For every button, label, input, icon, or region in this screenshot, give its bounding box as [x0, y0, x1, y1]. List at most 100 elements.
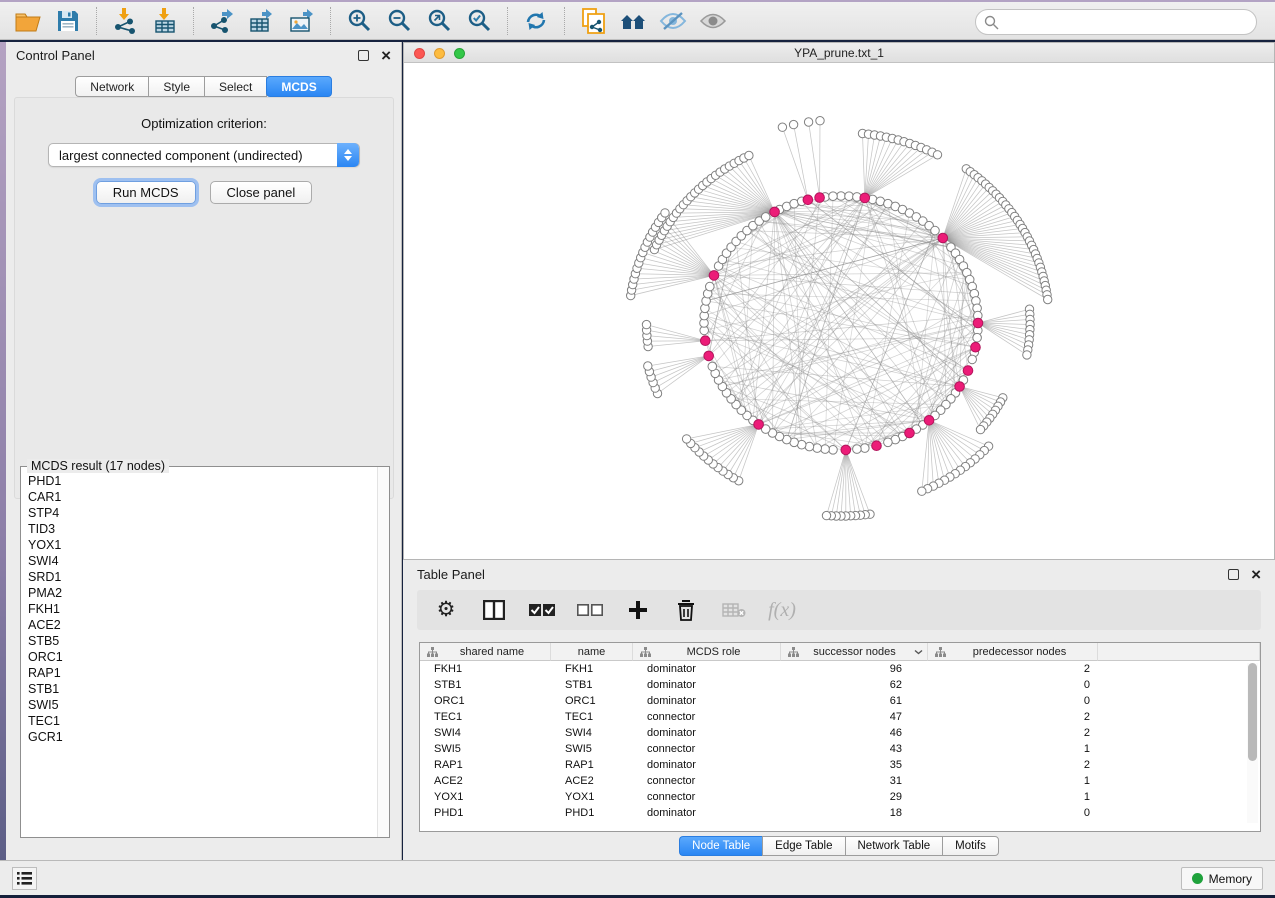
export-image-icon[interactable] [282, 4, 322, 38]
mcds-result-item[interactable]: STB1 [22, 681, 376, 697]
graph-node[interactable] [976, 425, 984, 433]
close-panel-icon[interactable]: × [381, 50, 391, 61]
graph-node[interactable] [1023, 351, 1031, 359]
mcds-result-item[interactable]: SRD1 [22, 569, 376, 585]
table-row[interactable]: STB1STB1dominator620 [420, 677, 1260, 693]
graph-node-mcds[interactable] [971, 342, 981, 352]
mcds-result-item[interactable]: TEC1 [22, 713, 376, 729]
graph-node[interactable] [822, 511, 830, 519]
tab-mcds[interactable]: MCDS [266, 76, 331, 97]
graph-node[interactable] [706, 282, 715, 291]
column-header-shared-name[interactable]: shared name [420, 643, 551, 661]
graph-node[interactable] [829, 192, 838, 201]
show-all-icon[interactable] [693, 4, 733, 38]
delete-column-icon[interactable] [673, 597, 699, 623]
graph-node[interactable] [682, 435, 690, 443]
table-row[interactable]: TEC1TEC1connector472 [420, 709, 1260, 725]
mcds-result-item[interactable]: PMA2 [22, 585, 376, 601]
table-scrollbar-thumb[interactable] [1248, 663, 1257, 761]
graph-node[interactable] [845, 192, 854, 201]
graph-node[interactable] [708, 362, 717, 371]
delete-table-icon[interactable] [721, 597, 747, 623]
tab-motifs[interactable]: Motifs [942, 836, 999, 856]
column-header-MCDS-role[interactable]: MCDS role [633, 643, 781, 661]
window-minimize-icon[interactable] [434, 48, 445, 59]
function-builder-icon[interactable]: f(x) [769, 597, 795, 623]
graph-node[interactable] [829, 446, 838, 455]
mcds-result-item[interactable]: CAR1 [22, 489, 376, 505]
table-scrollbar[interactable] [1247, 663, 1258, 823]
graph-node-mcds[interactable] [754, 420, 764, 430]
graph-node[interactable] [778, 123, 786, 131]
mcds-result-item[interactable]: STB5 [22, 633, 376, 649]
mcds-result-item[interactable]: SWI4 [22, 553, 376, 569]
graph-node-mcds[interactable] [872, 441, 882, 451]
table-row[interactable]: ORC1ORC1dominator610 [420, 693, 1260, 709]
table-row[interactable]: ACE2ACE2connector311 [420, 773, 1260, 789]
graph-node-mcds[interactable] [704, 351, 714, 361]
tab-style[interactable]: Style [148, 76, 204, 97]
float-panel-icon[interactable] [358, 50, 369, 61]
float-panel-icon[interactable] [1228, 569, 1239, 580]
first-neighbors-icon[interactable] [613, 4, 653, 38]
tab-edge-table[interactable]: Edge Table [762, 836, 844, 856]
hide-selected-icon[interactable] [653, 4, 693, 38]
graph-node-mcds[interactable] [938, 233, 948, 243]
zoom-in-icon[interactable] [339, 4, 379, 38]
graph-node[interactable] [745, 151, 753, 159]
graph-node[interactable] [821, 445, 830, 454]
import-table-icon[interactable] [145, 4, 185, 38]
clone-network-icon[interactable] [573, 4, 613, 38]
graph-node-mcds[interactable] [924, 416, 934, 426]
graph-node-mcds[interactable] [905, 428, 915, 438]
select-all-icon[interactable] [529, 597, 555, 623]
graph-node[interactable] [761, 213, 770, 222]
mcds-result-item[interactable]: PHD1 [22, 473, 376, 489]
tab-node-table[interactable]: Node Table [679, 836, 762, 856]
graph-node[interactable] [918, 487, 926, 495]
graph-node-mcds[interactable] [770, 207, 780, 217]
graph-node[interactable] [805, 442, 814, 451]
graph-node-mcds[interactable] [860, 193, 870, 203]
mcds-result-item[interactable]: YOX1 [22, 537, 376, 553]
memory-button[interactable]: Memory [1181, 867, 1263, 890]
mcds-result-item[interactable]: FKH1 [22, 601, 376, 617]
table-settings-gear-icon[interactable]: ⚙ [433, 597, 459, 623]
graph-node[interactable] [816, 117, 824, 125]
graph-node[interactable] [884, 438, 893, 447]
mcds-result-item[interactable]: ACE2 [22, 617, 376, 633]
graph-node-mcds[interactable] [973, 318, 983, 328]
open-file-icon[interactable] [8, 4, 48, 38]
zoom-out-icon[interactable] [379, 4, 419, 38]
graph-node[interactable] [973, 333, 982, 342]
add-column-icon[interactable] [625, 597, 651, 623]
deselect-all-icon[interactable] [577, 597, 603, 623]
column-header-predecessor-nodes[interactable]: predecessor nodes [928, 643, 1098, 661]
graph-node-mcds[interactable] [701, 336, 711, 346]
optimization-select[interactable]: largest connected component (undirected) [48, 143, 360, 167]
graph-node[interactable] [1044, 295, 1052, 303]
table-row[interactable]: SWI4SWI4dominator462 [420, 725, 1260, 741]
graph-node[interactable] [661, 209, 669, 217]
table-row[interactable]: SWI5SWI5connector431 [420, 741, 1260, 757]
table-row[interactable]: FKH1FKH1dominator962 [420, 661, 1260, 677]
graph-node[interactable] [861, 444, 870, 453]
window-maximize-icon[interactable] [454, 48, 465, 59]
search-input[interactable] [975, 9, 1257, 35]
graph-node[interactable] [933, 151, 941, 159]
mcds-result-item[interactable]: RAP1 [22, 665, 376, 681]
graph-node[interactable] [837, 192, 846, 201]
task-history-button[interactable] [12, 867, 37, 890]
tab-select[interactable]: Select [204, 76, 267, 97]
export-table-icon[interactable] [242, 4, 282, 38]
graph-node-mcds[interactable] [955, 382, 965, 392]
graph-node-mcds[interactable] [841, 445, 851, 455]
import-network-icon[interactable] [105, 4, 145, 38]
refresh-icon[interactable] [516, 4, 556, 38]
close-panel-icon[interactable]: × [1251, 569, 1261, 580]
tab-network[interactable]: Network [75, 76, 148, 97]
mcds-result-list[interactable]: PHD1CAR1STP4TID3YOX1SWI4SRD1PMA2FKH1ACE2… [22, 473, 376, 836]
table-row[interactable]: YOX1YOX1connector291 [420, 789, 1260, 805]
table-row[interactable]: PHD1PHD1dominator180 [420, 805, 1260, 821]
graph-node[interactable] [931, 226, 940, 235]
